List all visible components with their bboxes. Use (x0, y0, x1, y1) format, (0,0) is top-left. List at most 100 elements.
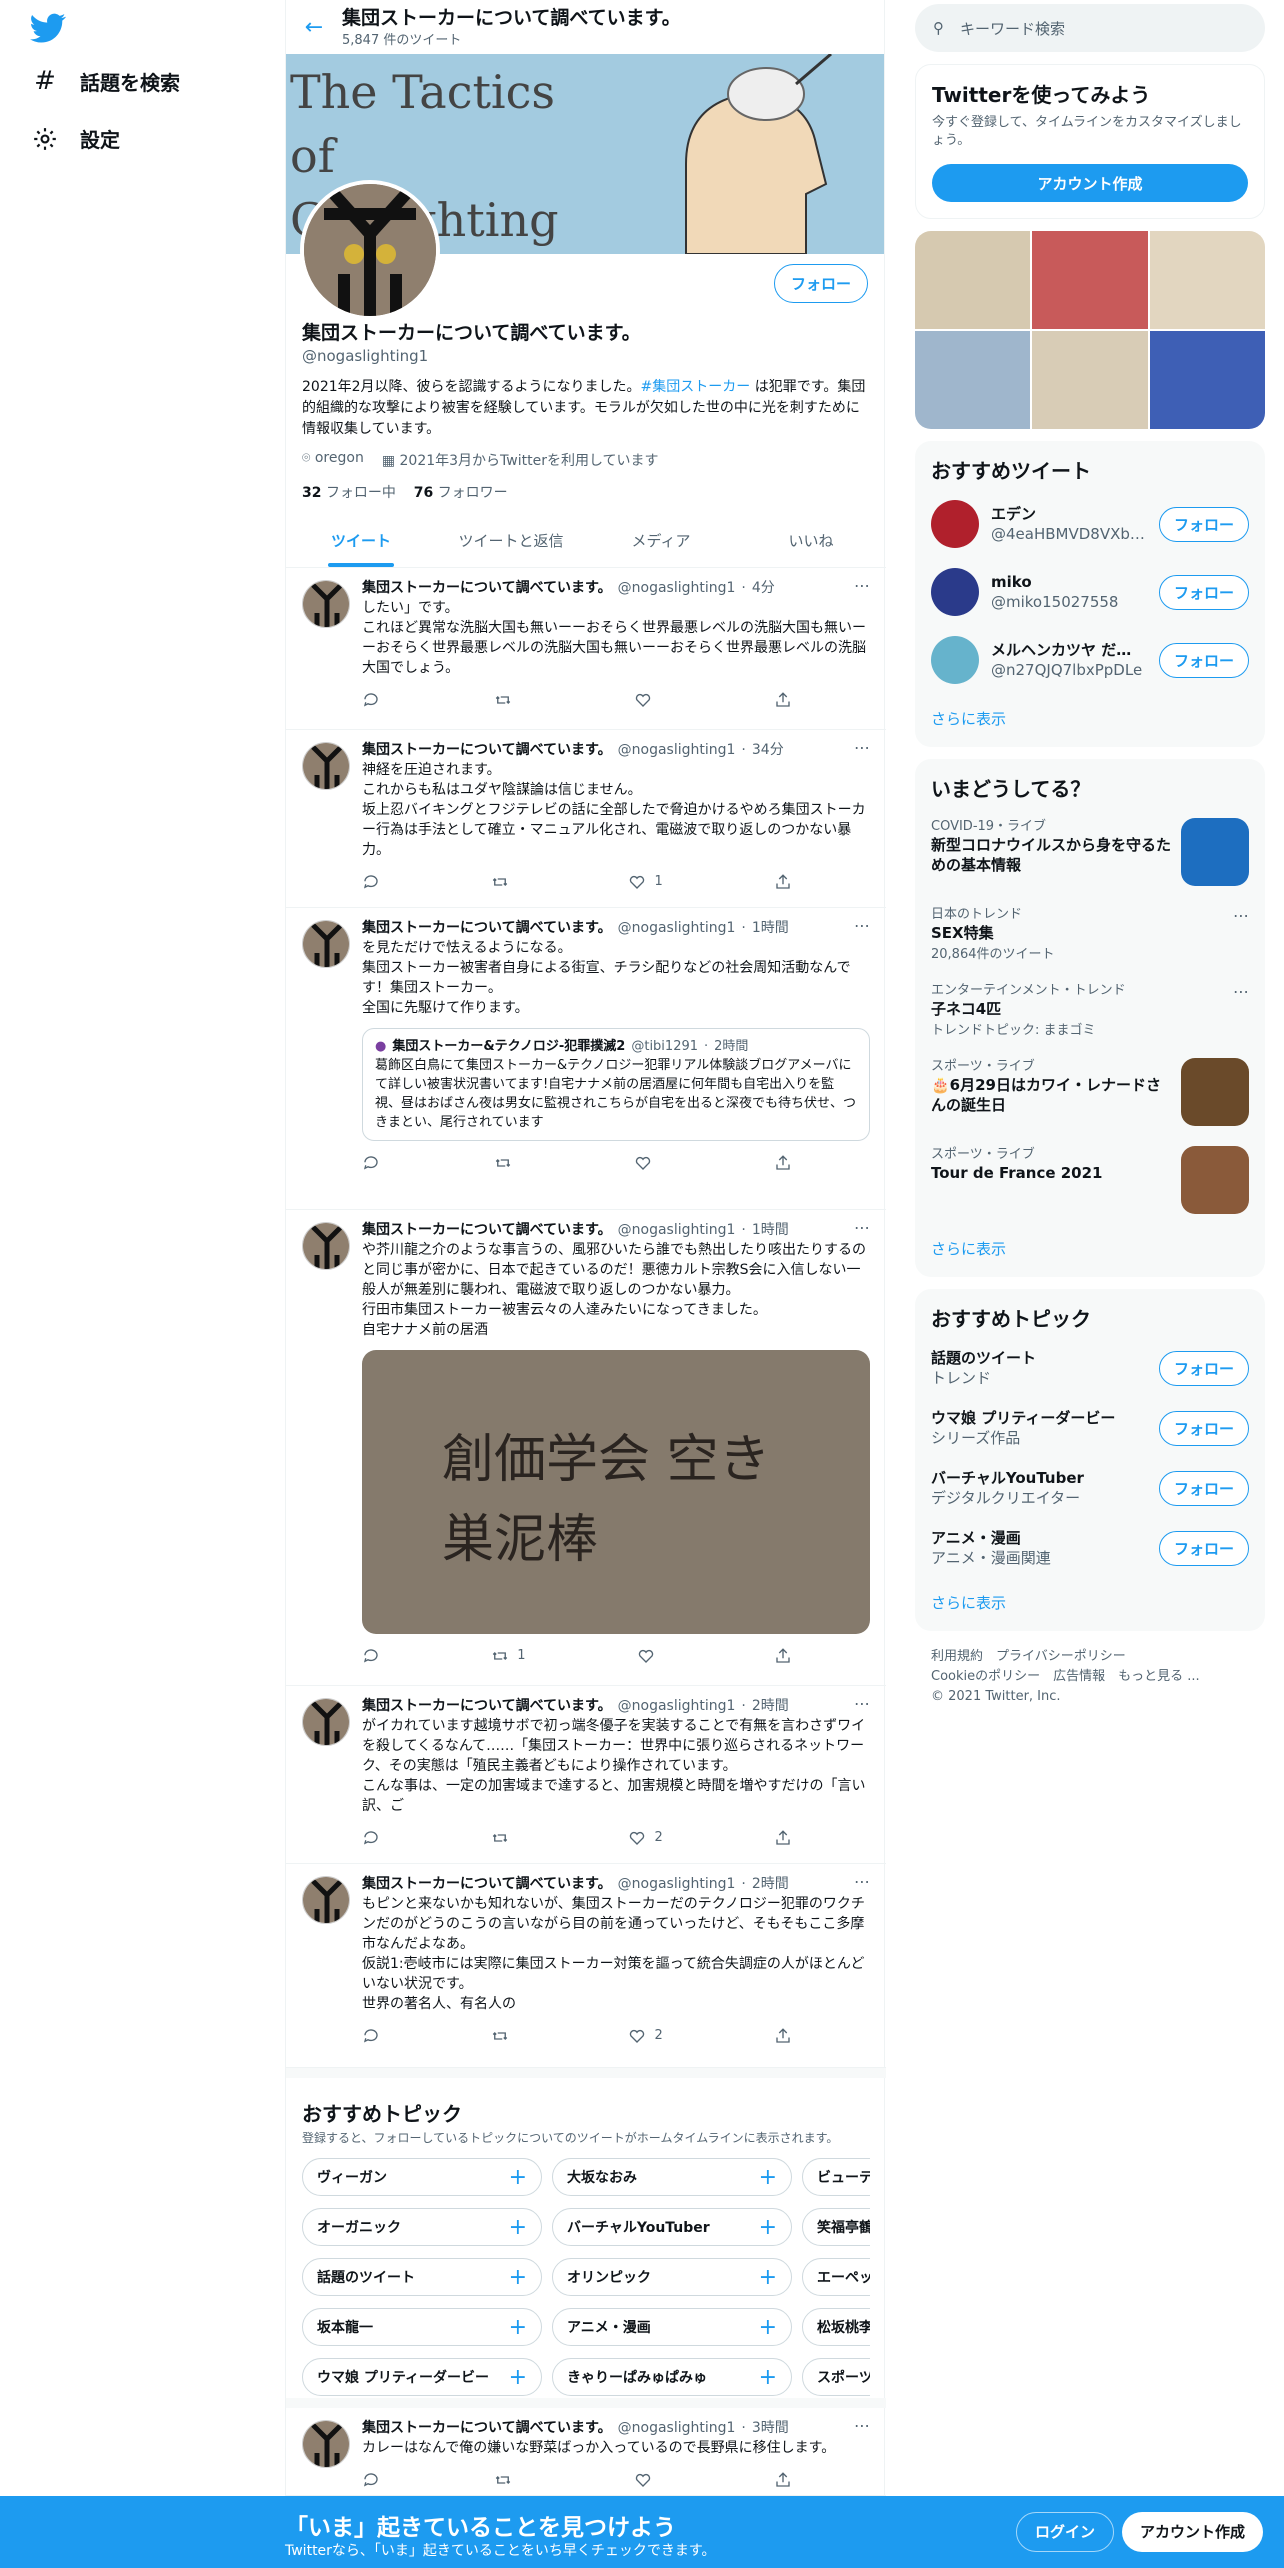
like-button[interactable] (634, 2471, 660, 2489)
following-link[interactable]: 32 フォロー中 (302, 485, 396, 501)
trend-item[interactable]: 日本のトレンド SEX特集 20,864件のツイート ⋯ (915, 896, 1265, 972)
user-avatar[interactable] (931, 568, 979, 616)
share-button[interactable] (774, 1647, 792, 1665)
like-button[interactable]: 1 (628, 872, 663, 892)
followers-link[interactable]: 76 フォロワー (414, 485, 508, 501)
tweet[interactable]: ⋯ 集団ストーカーについて調べています。 @nogaslighting1 · 1時間 を見… (286, 908, 886, 1210)
like-button[interactable] (637, 1647, 663, 1665)
tweet-author-name[interactable]: 集団ストーカーについて調べています。 (362, 578, 612, 598)
tweet-author-name[interactable]: 集団ストーカーについて調べています。 (362, 740, 612, 760)
share-button[interactable] (774, 1154, 792, 1172)
topic-chip[interactable]: オーガニック + (302, 2208, 542, 2246)
media-thumb[interactable] (915, 231, 1031, 329)
recommended-user[interactable]: メルヘンカツヤ だ… @n27QJQ7lbxPpDLe フォロー (915, 626, 1265, 694)
like-button[interactable] (634, 691, 660, 709)
tweet-author-name[interactable]: 集団ストーカーについて調べています。 (362, 2418, 612, 2438)
more-options-icon[interactable]: ⋯ (854, 1872, 870, 1892)
more-options-icon[interactable]: ⋯ (1233, 982, 1249, 1038)
footer-line[interactable]: Cookieのポリシー 広告情報 もっと見る ... (931, 1667, 1249, 1687)
more-options-icon[interactable]: ⋯ (854, 2416, 870, 2436)
tweet-avatar[interactable] (302, 1222, 350, 1270)
topic-chip[interactable]: ヴィーガン + (302, 2158, 542, 2196)
tab-media[interactable]: メディア (586, 514, 736, 567)
profile-avatar[interactable] (300, 180, 440, 320)
recommended-show-more[interactable]: さらに表示 (915, 694, 1265, 747)
retweet-button[interactable] (491, 873, 517, 891)
quoted-tweet[interactable]: ● 集団ストーカー&テクノロジ-犯罪撲滅2 @tibi1291 · 2時間 葛飾区白鳥にて… (362, 1028, 870, 1141)
topic-chip[interactable]: 話題のツイート + (302, 2258, 542, 2296)
topic-chip[interactable]: 坂本龍一 + (302, 2308, 542, 2346)
reply-button[interactable] (362, 873, 380, 891)
topic-chip[interactable]: バーチャルYouTuber + (552, 2208, 792, 2246)
topic-item[interactable]: ウマ娘 プリティーダービー シリーズ作品 フォロー (915, 1398, 1265, 1458)
tweet-photo[interactable]: 創価学会 空き巣泥棒 (362, 1350, 870, 1634)
tab-likes[interactable]: いいね (736, 514, 886, 567)
topics-show-more[interactable]: さらに表示 (915, 1578, 1265, 1631)
user-avatar[interactable] (931, 636, 979, 684)
signup-button[interactable]: アカウント作成 (932, 164, 1248, 202)
nav-explore[interactable]: # 話題を検索 (32, 66, 180, 96)
follow-button[interactable]: フォロー (1158, 1410, 1249, 1446)
more-options-icon[interactable]: ⋯ (1233, 906, 1249, 962)
topic-chip[interactable]: ビューティー+ (802, 2158, 870, 2196)
media-thumb[interactable] (1149, 331, 1265, 429)
footer-line[interactable]: 利用規約 プライバシーポリシー (931, 1647, 1249, 1667)
reply-button[interactable] (362, 1154, 380, 1172)
tweet-time[interactable]: 1時間 (752, 918, 789, 938)
retweet-button[interactable] (494, 2471, 520, 2489)
follow-button[interactable]: フォロー (1158, 506, 1249, 542)
follow-button[interactable]: フォロー (1158, 574, 1249, 610)
tweet-avatar[interactable] (302, 580, 350, 628)
bio-hashtag-link[interactable]: #集団ストーカー (641, 379, 751, 395)
follow-button[interactable]: フォロー (1158, 642, 1249, 678)
follow-button[interactable]: フォロー (1158, 1350, 1249, 1386)
trend-item[interactable]: スポーツ・ライブ 🎂6月29日はカワイ・レナードさんの誕生日 (915, 1048, 1265, 1136)
tweet-author-name[interactable]: 集団ストーカーについて調べています。 (362, 918, 612, 938)
share-button[interactable] (774, 873, 792, 891)
follow-button[interactable]: フォロー (773, 264, 868, 303)
more-options-icon[interactable]: ⋯ (854, 738, 870, 758)
login-button[interactable]: ログイン (1016, 2512, 1115, 2552)
user-avatar[interactable] (931, 500, 979, 548)
retweet-button[interactable]: 1 (491, 1646, 526, 1666)
like-button[interactable]: 2 (628, 2026, 663, 2046)
more-options-icon[interactable]: ⋯ (854, 576, 870, 596)
tweet-author-name[interactable]: 集団ストーカーについて調べています。 (362, 1696, 612, 1716)
tweet-avatar[interactable] (302, 920, 350, 968)
recommended-user[interactable]: エデン @4eaHBMVD8VXb… フォロー (915, 490, 1265, 558)
topic-item[interactable]: 話題のツイート トレンド フォロー (915, 1338, 1265, 1398)
share-button[interactable] (774, 691, 792, 709)
back-arrow-icon[interactable]: ← (286, 15, 342, 40)
tweet-time[interactable]: 2時間 (752, 1874, 789, 1894)
retweet-button[interactable] (494, 691, 520, 709)
topic-chip[interactable]: エーペックスレ+ (802, 2258, 870, 2296)
reply-button[interactable] (362, 1829, 380, 1847)
more-options-icon[interactable]: ⋯ (854, 916, 870, 936)
tab-tweets-replies[interactable]: ツイートと返信 (436, 514, 586, 567)
topic-chip[interactable]: 笑福亭鶴瓶+ (802, 2208, 870, 2246)
reply-button[interactable] (362, 1647, 380, 1665)
reply-button[interactable] (362, 691, 380, 709)
topic-item[interactable]: アニメ・漫画 アニメ・漫画関連 フォロー (915, 1518, 1265, 1578)
media-thumb[interactable] (1032, 231, 1148, 329)
tweet-author-name[interactable]: 集団ストーカーについて調べています。 (362, 1220, 612, 1240)
topic-chip[interactable]: 大坂なおみ + (552, 2158, 792, 2196)
tweet[interactable]: ⋯ 集団ストーカーについて調べています。 @nogaslighting1 · 1時間 や芥… (286, 1210, 886, 1686)
recommended-user[interactable]: miko @miko15027558 フォロー (915, 558, 1265, 626)
trend-item[interactable]: COVID-19・ライブ 新型コロナウイルスから身を守るための基本情報 (915, 808, 1265, 896)
tweet[interactable]: ⋯ 集団ストーカーについて調べています。 @nogaslighting1 · 2時間 もピ… (286, 1864, 886, 2068)
topic-chip[interactable]: アニメ・漫画 + (552, 2308, 792, 2346)
share-button[interactable] (774, 2027, 792, 2045)
more-options-icon[interactable]: ⋯ (854, 1694, 870, 1714)
media-thumb[interactable] (1032, 331, 1148, 429)
topic-chip[interactable]: 松坂桃李+ (802, 2308, 870, 2346)
media-thumb[interactable] (915, 331, 1031, 429)
topic-chip[interactable]: ウマ娘 プリティーダービー + (302, 2358, 542, 2396)
trends-show-more[interactable]: さらに表示 (915, 1224, 1265, 1277)
tweet-avatar[interactable] (302, 742, 350, 790)
tweet-avatar[interactable] (302, 1876, 350, 1924)
reply-button[interactable] (362, 2471, 380, 2489)
retweet-button[interactable] (494, 1154, 520, 1172)
media-thumb[interactable] (1149, 231, 1265, 329)
reply-button[interactable] (362, 2027, 380, 2045)
